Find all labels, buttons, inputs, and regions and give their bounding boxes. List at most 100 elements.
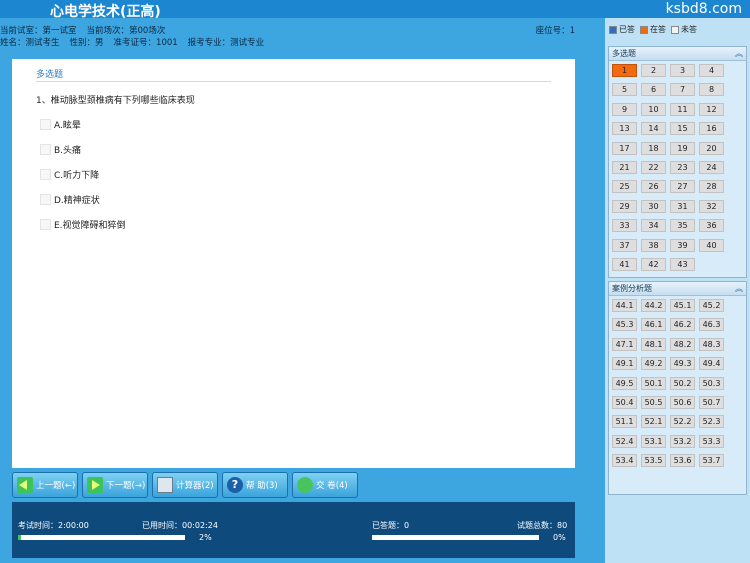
question-cell[interactable]: 33 [612,219,637,233]
question-cell[interactable]: 53.3 [699,434,724,448]
question-cell[interactable]: 10 [641,102,666,116]
question-cell[interactable]: 3 [670,64,695,77]
question-cell[interactable]: 40 [699,238,724,252]
question-cell[interactable]: 14 [641,122,666,136]
collapse-icon[interactable]: ︽ [735,282,743,295]
question-cell[interactable]: 19 [670,141,695,155]
question-cell[interactable]: 44.1 [612,299,637,312]
question-cell[interactable]: 27 [670,180,695,194]
question-cell[interactable]: 50.3 [699,376,724,390]
question-cell[interactable]: 45.3 [612,318,637,332]
question-cell[interactable]: 34 [641,219,666,233]
calculator-button[interactable]: 计算器(2) [152,472,218,498]
question-cell[interactable]: 16 [699,122,724,136]
question-cell[interactable]: 48.2 [670,337,695,351]
question-cell[interactable]: 46.2 [670,318,695,332]
option-d[interactable]: D.精神症状 [40,192,100,206]
submit-button[interactable]: 交 卷(4) [292,472,358,498]
question-cell[interactable]: 1 [612,64,637,77]
question-cell[interactable]: 45.2 [699,299,724,312]
question-cell[interactable]: 35 [670,219,695,233]
question-cell[interactable]: 52.3 [699,415,724,429]
question-cell[interactable]: 32 [699,199,724,213]
question-cell[interactable]: 53.2 [670,434,695,448]
question-cell[interactable]: 23 [670,161,695,174]
question-cell[interactable]: 49.1 [612,357,637,371]
question-cell[interactable]: 13 [612,122,637,136]
option-b[interactable]: B.头痛 [40,142,81,156]
question-cell[interactable]: 25 [612,180,637,194]
question-cell[interactable]: 46.3 [699,318,724,332]
question-cell[interactable]: 49.3 [670,357,695,371]
option-e[interactable]: E.视觉障碍和猝倒 [40,217,126,231]
question-cell[interactable]: 4 [699,64,724,77]
question-cell[interactable]: 50.5 [641,396,666,409]
help-button[interactable]: ? 帮 助(3) [222,472,288,498]
question-cell[interactable]: 48.3 [699,337,724,351]
question-cell[interactable]: 50.6 [670,396,695,409]
prev-button[interactable]: 上一题(←) [12,472,78,498]
question-cell[interactable]: 43 [670,258,695,271]
question-cell[interactable]: 45.1 [670,299,695,312]
question-cell[interactable]: 37 [612,238,637,252]
option-checkbox[interactable] [40,168,51,180]
question-cell[interactable]: 53.1 [641,434,666,448]
question-cell[interactable]: 53.7 [699,454,724,468]
question-cell[interactable]: 53.6 [670,454,695,468]
question-cell[interactable]: 6 [641,83,666,97]
multi-choice-header[interactable]: 多选题 ︽ [609,47,746,61]
question-cell[interactable]: 17 [612,141,637,155]
question-cell[interactable]: 50.4 [612,396,637,409]
option-label: C.听力下降 [54,170,100,181]
question-cell[interactable]: 53.4 [612,454,637,468]
question-cell[interactable]: 51.1 [612,415,637,429]
question-cell[interactable]: 50.7 [699,396,724,409]
question-cell[interactable]: 52.2 [670,415,695,429]
question-cell[interactable]: 50.1 [641,376,666,390]
question-cell[interactable]: 11 [670,102,695,116]
question-cell[interactable]: 12 [699,102,724,116]
option-checkbox[interactable] [40,193,51,205]
question-cell[interactable]: 46.1 [641,318,666,332]
question-cell[interactable]: 48.1 [641,337,666,351]
question-cell[interactable]: 36 [699,219,724,233]
question-cell[interactable]: 49.4 [699,357,724,371]
case-analysis-header[interactable]: 案例分析题 ︽ [609,282,746,296]
question-cell[interactable]: 28 [699,180,724,194]
question-cell[interactable]: 21 [612,161,637,174]
question-cell[interactable]: 15 [670,122,695,136]
question-cell[interactable]: 29 [612,199,637,213]
question-cell[interactable]: 39 [670,238,695,252]
question-cell[interactable]: 31 [670,199,695,213]
question-cell[interactable]: 5 [612,83,637,97]
option-checkbox[interactable] [40,143,51,155]
question-cell[interactable]: 50.2 [670,376,695,390]
question-cell[interactable]: 30 [641,199,666,213]
option-label: E.视觉障碍和猝倒 [54,220,126,231]
question-cell[interactable]: 49.2 [641,357,666,371]
question-cell[interactable]: 9 [612,102,637,116]
option-a[interactable]: A.眩晕 [40,117,81,131]
question-cell[interactable]: 41 [612,258,637,271]
question-cell[interactable]: 20 [699,141,724,155]
question-cell[interactable]: 8 [699,83,724,97]
question-cell[interactable]: 2 [641,64,666,77]
collapse-icon[interactable]: ︽ [735,47,743,60]
question-cell[interactable]: 49.5 [612,376,637,390]
question-cell[interactable]: 52.4 [612,434,637,448]
option-c[interactable]: C.听力下降 [40,167,99,181]
next-button[interactable]: 下一题(→) [82,472,148,498]
question-cell[interactable]: 26 [641,180,666,194]
option-checkbox[interactable] [40,118,51,130]
question-cell[interactable]: 24 [699,161,724,174]
question-cell[interactable]: 44.2 [641,299,666,312]
question-cell[interactable]: 52.1 [641,415,666,429]
question-cell[interactable]: 7 [670,83,695,97]
question-cell[interactable]: 22 [641,161,666,174]
question-cell[interactable]: 18 [641,141,666,155]
question-cell[interactable]: 47.1 [612,337,637,351]
question-cell[interactable]: 53.5 [641,454,666,468]
option-checkbox[interactable] [40,218,51,230]
question-cell[interactable]: 42 [641,258,666,271]
question-cell[interactable]: 38 [641,238,666,252]
